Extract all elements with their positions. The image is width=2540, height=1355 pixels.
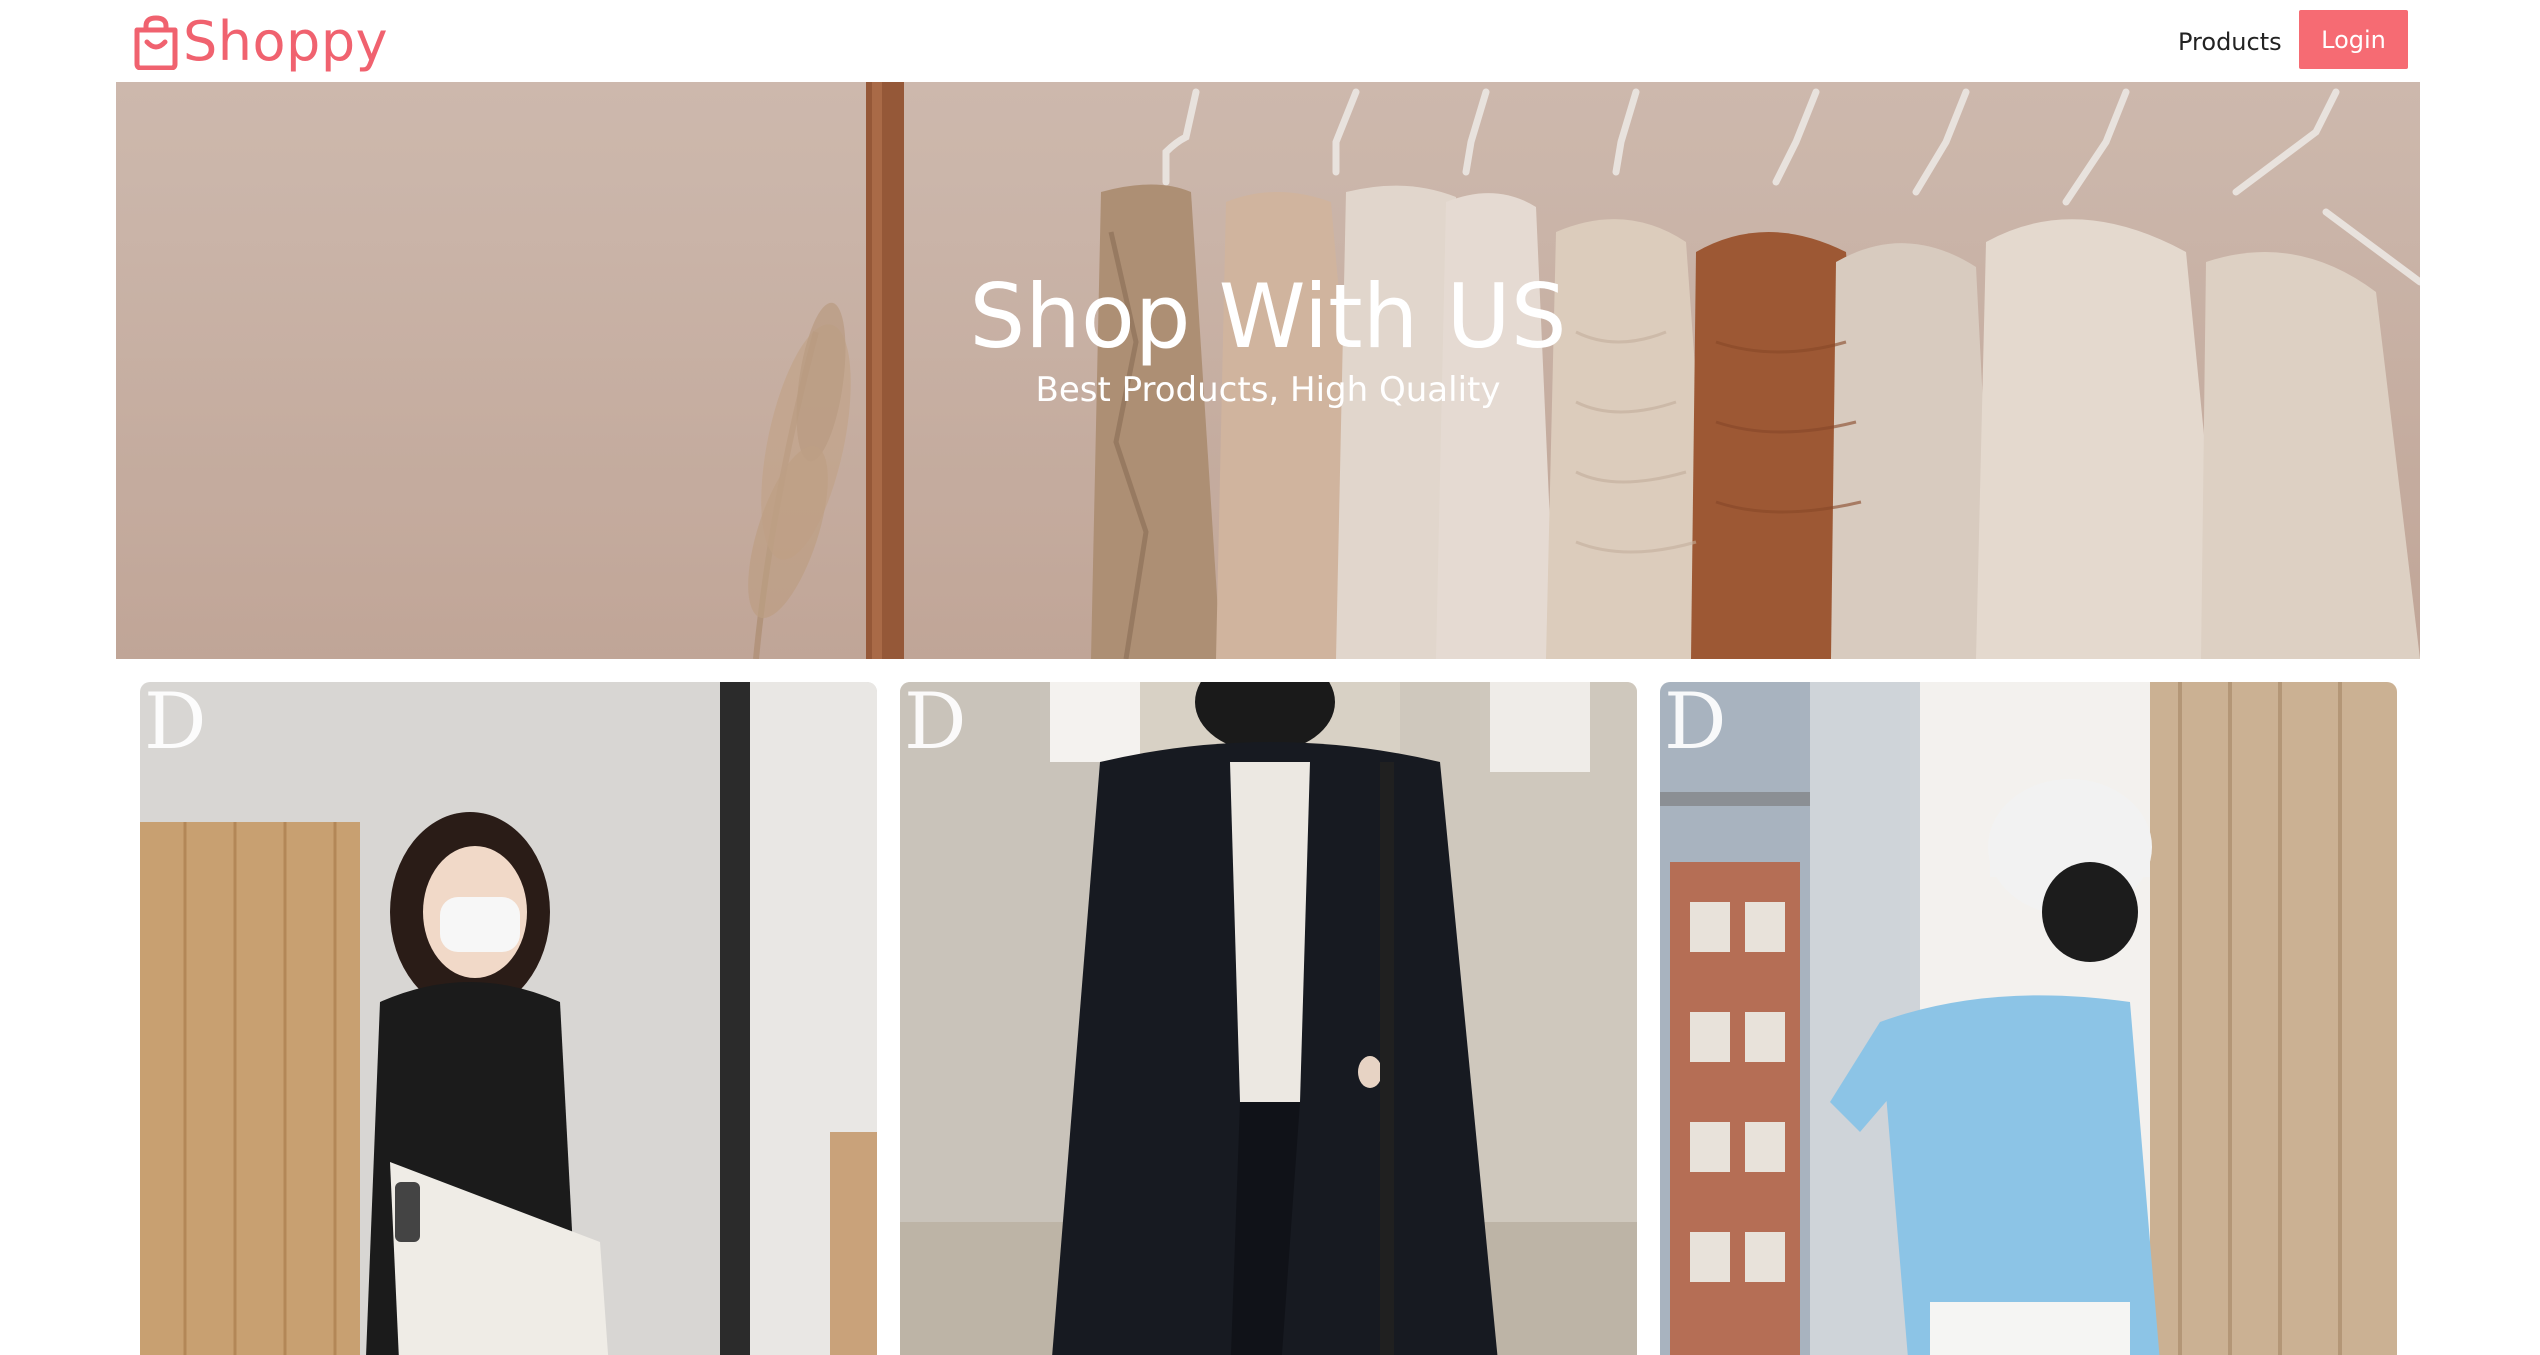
product-grid: D D D (0, 682, 2540, 1355)
product-brand-mark: D (1664, 682, 1727, 767)
product-brand-mark: D (144, 682, 207, 767)
hero-subtitle: Best Products, High Quality (1035, 370, 1501, 410)
product-card[interactable]: D (900, 682, 1637, 1355)
product-image (1660, 682, 2397, 1355)
shopping-bag-icon (131, 14, 181, 71)
hero-text-block: Shop With US Best Products, High Quality (116, 82, 2420, 659)
brand-name: Shoppy (183, 10, 389, 73)
navbar: Shoppy Products Login (0, 0, 2540, 82)
brand-logo-link[interactable]: Shoppy (131, 10, 388, 74)
product-brand-mark: D (904, 682, 967, 767)
product-card[interactable]: D (140, 682, 877, 1355)
hero-banner: Shop With US Best Products, High Quality (116, 82, 2420, 659)
product-card[interactable]: D (1660, 682, 2397, 1355)
login-button[interactable]: Login (2299, 10, 2408, 69)
nav-link-products[interactable]: Products (2178, 22, 2282, 62)
product-image (140, 682, 877, 1355)
hero-title: Shop With US (969, 265, 1567, 368)
product-image (900, 682, 1637, 1355)
